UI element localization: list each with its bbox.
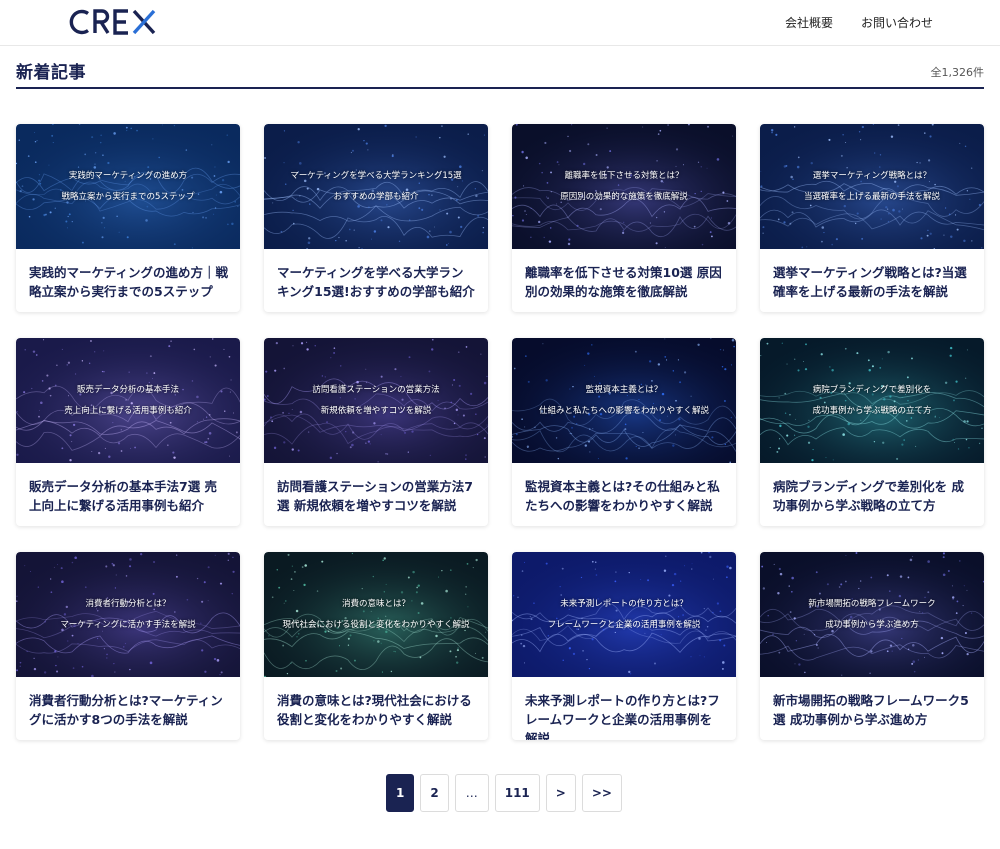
article-thumbnail[interactable]: 販売データ分析の基本手法売上向上に繋げる活用事例も紹介	[16, 338, 240, 463]
nav-contact[interactable]: お問い合わせ	[861, 14, 933, 31]
thumbnail-caption: 離職率を低下させる対策とは？ 原因別の効果的な施策を徹底解説	[512, 124, 736, 249]
article-thumbnail[interactable]: 消費の意味とは？ 現代社会における役割と変化をわかりやすく解説	[264, 552, 488, 677]
thumbnail-caption-line: 新規依頼を増やすコツを解説	[320, 405, 432, 416]
article-title[interactable]: 消費者行動分析とは?マーケティングに活かす8つの手法を解説	[16, 677, 240, 740]
article-count: 全1,326件	[930, 66, 985, 79]
thumbnail-caption-line: 販売データ分析の基本手法	[76, 384, 179, 395]
thumbnail-caption-line: 訪問看護ステーションの営業方法	[312, 384, 440, 395]
article-card[interactable]: 監視資本主義とは？ 仕組みと私たちへの影響をわかりやすく解説監視資本主義とは?その…	[512, 338, 736, 526]
article-title[interactable]: 病院ブランディングで差別化を 成功事例から学ぶ戦略の立て方	[760, 463, 984, 526]
article-title[interactable]: 実践的マーケティングの進め方｜戦略立案から実行までの5ステップ	[16, 249, 240, 312]
article-thumbnail[interactable]: 訪問看護ステーションの営業方法 新規依頼を増やすコツを解説	[264, 338, 488, 463]
thumbnail-caption: 新市場開拓の戦略フレームワーク 成功事例から学ぶ進め方	[760, 552, 984, 677]
next-page-button[interactable]: >	[545, 774, 576, 812]
thumbnail-caption-line: 未来予測レポートの作り方とは？	[560, 598, 688, 609]
thumbnail-caption: 未来予測レポートの作り方とは？ フレームワークと企業の活用事例を解説	[512, 552, 736, 677]
thumbnail-caption-line: 消費の意味とは？	[341, 598, 410, 609]
thumbnail-caption-line: 仕組みと私たちへの影響をわかりやすく解説	[538, 405, 709, 416]
thumbnail-caption-line: 選挙マーケティング戦略とは？	[812, 170, 932, 181]
article-card[interactable]: 新市場開拓の戦略フレームワーク 成功事例から学ぶ進め方 新市場開拓の戦略フレームワー…	[760, 552, 984, 740]
page-1-button[interactable]: 1	[386, 774, 415, 812]
thumbnail-caption: 消費の意味とは？ 現代社会における役割と変化をわかりやすく解説	[264, 552, 488, 677]
thumbnail-caption: 病院ブランディングで差別化を 成功事例から学ぶ戦略の立て方	[760, 338, 984, 463]
article-title[interactable]: 販売データ分析の基本手法7選 売上向上に繋げる活用事例も紹介	[16, 463, 240, 526]
article-card[interactable]: 消費の意味とは？ 現代社会における役割と変化をわかりやすく解説消費の意味とは?現代…	[264, 552, 488, 740]
article-thumbnail[interactable]: マーケティングを学べる大学ランキング15選 おすすめの学部も紹介	[264, 124, 488, 249]
page-last-number-button[interactable]: 111	[494, 774, 540, 812]
site-logo[interactable]	[68, 6, 160, 38]
article-title[interactable]: 離職率を低下させる対策10選 原因別の効果的な施策を徹底解説	[512, 249, 736, 312]
thumbnail-caption-line: おすすめの学部も紹介	[333, 191, 419, 202]
thumbnail-caption: 監視資本主義とは？ 仕組みと私たちへの影響をわかりやすく解説	[512, 338, 736, 463]
global-nav: 会社概要 お問い合わせ	[785, 14, 933, 31]
thumbnail-caption-line: 成功事例から学ぶ進め方	[825, 619, 919, 630]
nav-company[interactable]: 会社概要	[785, 14, 833, 31]
page-ellipsis: …	[454, 774, 489, 812]
thumbnail-caption-line: 消費者行動分析とは？	[85, 598, 171, 609]
article-thumbnail[interactable]: 監視資本主義とは？ 仕組みと私たちへの影響をわかりやすく解説	[512, 338, 736, 463]
article-thumbnail[interactable]: 実践的マーケティングの進め方 戦略立案から実行までの5ステップ	[16, 124, 240, 249]
thumbnail-caption: 販売データ分析の基本手法売上向上に繋げる活用事例も紹介	[16, 338, 240, 463]
article-card[interactable]: 離職率を低下させる対策とは？ 原因別の効果的な施策を徹底解説 離職率を低下させる対策…	[512, 124, 736, 312]
thumbnail-caption-line: 監視資本主義とは？	[585, 384, 663, 395]
thumbnail-caption-line: マーケティングを学べる大学ランキング15選	[290, 170, 462, 181]
article-title[interactable]: 未来予測レポートの作り方とは?フレームワークと企業の活用事例を解説	[512, 677, 736, 740]
thumbnail-caption-line: 当選確率を上げる最新の手法を解説	[803, 191, 940, 202]
thumbnail-caption-line: 現代社会における役割と変化をわかりやすく解説	[282, 619, 470, 630]
thumbnail-caption: 消費者行動分析とは？ マーケティングに活かす手法を解説	[16, 552, 240, 677]
article-grid: 実践的マーケティングの進め方 戦略立案から実行までの5ステップ 実践的マーケティング…	[16, 124, 984, 740]
thumbnail-caption-line: マーケティングに活かす手法を解説	[60, 619, 196, 630]
article-card[interactable]: 販売データ分析の基本手法売上向上に繋げる活用事例も紹介販売データ分析の基本手法7…	[16, 338, 240, 526]
article-card[interactable]: 消費者行動分析とは？ マーケティングに活かす手法を解説消費者行動分析とは?マーケテ…	[16, 552, 240, 740]
article-title[interactable]: 訪問看護ステーションの営業方法7選 新規依頼を増やすコツを解説	[264, 463, 488, 526]
article-title[interactable]: 新市場開拓の戦略フレームワーク5選 成功事例から学ぶ進め方	[760, 677, 984, 740]
article-title[interactable]: マーケティングを学べる大学ランキング15選!おすすめの学部も紹介	[264, 249, 488, 312]
page-2-button[interactable]: 2	[420, 774, 449, 812]
thumbnail-caption-line: 売上向上に繋げる活用事例も紹介	[64, 405, 192, 416]
thumbnail-caption-line: 病院ブランディングで差別化を	[812, 384, 932, 395]
article-card[interactable]: 訪問看護ステーションの営業方法 新規依頼を増やすコツを解説 訪問看護ステーションの営…	[264, 338, 488, 526]
section-title: 新着記事	[16, 63, 86, 83]
article-thumbnail[interactable]: 病院ブランディングで差別化を 成功事例から学ぶ戦略の立て方	[760, 338, 984, 463]
thumbnail-caption-line: 原因別の効果的な施策を徹底解説	[560, 191, 688, 202]
last-page-button[interactable]: >>	[581, 774, 622, 812]
article-thumbnail[interactable]: 未来予測レポートの作り方とは？ フレームワークと企業の活用事例を解説	[512, 552, 736, 677]
article-title[interactable]: 監視資本主義とは?その仕組みと私たちへの影響をわかりやすく解説	[512, 463, 736, 526]
thumbnail-caption-line: 戦略立案から実行までの5ステップ	[61, 191, 195, 202]
article-card[interactable]: 病院ブランディングで差別化を 成功事例から学ぶ戦略の立て方 病院ブランディングで差別…	[760, 338, 984, 526]
article-thumbnail[interactable]: 選挙マーケティング戦略とは？ 当選確率を上げる最新の手法を解説	[760, 124, 984, 249]
article-thumbnail[interactable]: 消費者行動分析とは？ マーケティングに活かす手法を解説	[16, 552, 240, 677]
thumbnail-caption-line: 実践的マーケティングの進め方	[68, 170, 188, 181]
thumbnail-caption-line: 成功事例から学ぶ戦略の立て方	[812, 405, 932, 416]
article-card[interactable]: 選挙マーケティング戦略とは？ 当選確率を上げる最新の手法を解説 選挙マーケティング戦…	[760, 124, 984, 312]
crex-logo-icon	[69, 9, 156, 35]
article-card[interactable]: マーケティングを学べる大学ランキング15選 おすすめの学部も紹介 マーケティングを学…	[264, 124, 488, 312]
title-divider	[16, 87, 984, 89]
article-title[interactable]: 選挙マーケティング戦略とは?当選確率を上げる最新の手法を解説	[760, 249, 984, 312]
article-card[interactable]: 未来予測レポートの作り方とは？ フレームワークと企業の活用事例を解説 未来予測レポー…	[512, 552, 736, 740]
thumbnail-caption: 選挙マーケティング戦略とは？ 当選確率を上げる最新の手法を解説	[760, 124, 984, 249]
thumbnail-caption-line: 新市場開拓の戦略フレームワーク	[808, 598, 936, 609]
article-thumbnail[interactable]: 離職率を低下させる対策とは？ 原因別の効果的な施策を徹底解説	[512, 124, 736, 249]
thumbnail-caption-line: 離職率を低下させる対策とは？	[564, 170, 684, 181]
thumbnail-caption-line: フレームワークと企業の活用事例を解説	[547, 619, 701, 630]
article-card[interactable]: 実践的マーケティングの進め方 戦略立案から実行までの5ステップ 実践的マーケティング…	[16, 124, 240, 312]
thumbnail-caption: 実践的マーケティングの進め方 戦略立案から実行までの5ステップ	[16, 124, 240, 249]
pagination: 1 2 … 111 > >>	[386, 774, 622, 812]
thumbnail-caption: マーケティングを学べる大学ランキング15選 おすすめの学部も紹介	[264, 124, 488, 249]
article-title[interactable]: 消費の意味とは?現代社会における役割と変化をわかりやすく解説	[264, 677, 488, 740]
site-header: 会社概要 お問い合わせ	[0, 0, 1000, 46]
article-thumbnail[interactable]: 新市場開拓の戦略フレームワーク 成功事例から学ぶ進め方	[760, 552, 984, 677]
thumbnail-caption: 訪問看護ステーションの営業方法 新規依頼を増やすコツを解説	[264, 338, 488, 463]
